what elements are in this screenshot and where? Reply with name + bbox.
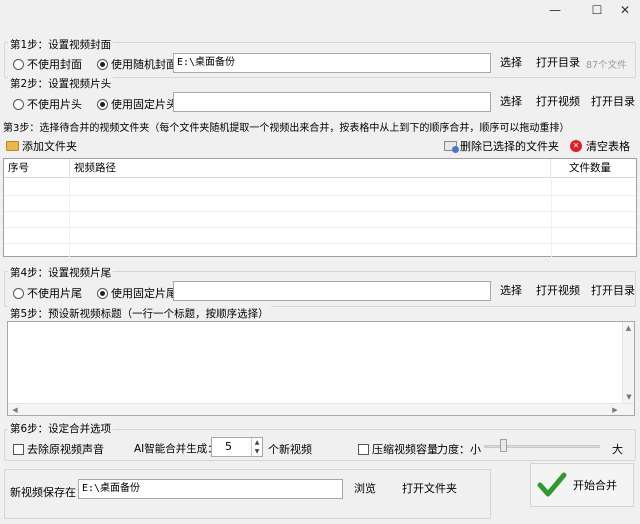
horizontal-scrollbar[interactable]: ◀ ▶ — [8, 403, 634, 415]
step4-open-video-button[interactable]: 打开视频 — [535, 281, 581, 301]
step2-title: 第2步：设置视频片头 — [8, 76, 114, 91]
step4-fixed-outro-radio[interactable]: 使用固定片尾 — [97, 285, 177, 301]
step4-outro-path-input[interactable] — [173, 281, 491, 301]
scroll-right-icon[interactable]: ▶ — [610, 405, 620, 415]
title-textarea[interactable]: ▲ ▼ ◀ ▶ — [7, 321, 635, 416]
step1-select-button[interactable]: 选择 — [498, 53, 524, 73]
ai-count-value: 5 — [225, 440, 232, 453]
step1-cover-path-input[interactable]: E:\桌面备份 — [173, 53, 491, 73]
step4-title: 第4步：设置视频片尾 — [8, 265, 114, 280]
step2-no-intro-radio[interactable]: 不使用片头 — [13, 96, 82, 112]
clear-table-button[interactable]: ✕ 清空表格 — [570, 138, 630, 154]
folder-add-icon — [6, 141, 19, 151]
vertical-scrollbar[interactable]: ▲ ▼ — [622, 322, 634, 403]
step6-title: 第6步：设定合并选项 — [8, 421, 114, 436]
browse-button[interactable]: 浏览 — [352, 479, 378, 499]
step3-title: 第3步：选择待合并的视频文件夹（每个文件夹随机提取一个视频出来合并，按表格中从上… — [3, 123, 570, 134]
step4-no-outro-radio[interactable]: 不使用片尾 — [13, 285, 82, 301]
folder-table[interactable]: 序号 视频路径 文件数量 — [3, 158, 637, 257]
strength-label: 力度：小 — [437, 443, 481, 456]
compress-checkbox[interactable]: 压缩视频容量 — [358, 441, 438, 457]
clear-x-icon: ✕ — [570, 140, 582, 152]
step1-no-cover-radio[interactable]: 不使用封面 — [13, 56, 82, 72]
maximize-button[interactable]: ☐ — [582, 0, 612, 20]
start-merge-button[interactable]: 开始合并 — [530, 463, 634, 507]
save-path-label: 新视频保存在： — [10, 486, 87, 499]
add-folder-button[interactable]: 添加文件夹 — [6, 138, 77, 154]
column-header-count[interactable]: 文件数量 — [551, 159, 636, 177]
step2-open-dir-button[interactable]: 打开目录 — [590, 92, 636, 112]
step1-title: 第1步：设置视频封面 — [8, 37, 114, 52]
step2-fixed-intro-radio[interactable]: 使用固定片头 — [97, 96, 177, 112]
save-path-input[interactable]: E:\桌面备份 — [78, 479, 343, 499]
close-button[interactable]: ✕ — [610, 0, 640, 20]
column-header-index[interactable]: 序号 — [4, 159, 69, 177]
minimize-button[interactable]: — — [540, 0, 570, 20]
slider-thumb[interactable] — [500, 439, 508, 452]
strength-max-label: 大 — [612, 443, 623, 456]
step4-select-button[interactable]: 选择 — [498, 281, 524, 301]
ai-generate-label: AI智能合并生成： — [134, 443, 218, 455]
column-header-path[interactable]: 视频路径 — [69, 159, 551, 177]
step4-open-dir-button[interactable]: 打开目录 — [590, 281, 636, 301]
delete-selected-button[interactable]: 删除已选择的文件夹 — [444, 138, 559, 154]
ai-count-stepper[interactable]: 5 ▲ ▼ — [211, 437, 263, 457]
step1-file-count: 87个文件 — [586, 60, 627, 71]
strength-slider[interactable] — [482, 437, 602, 455]
step2-open-video-button[interactable]: 打开视频 — [535, 92, 581, 112]
stepper-down-icon[interactable]: ▼ — [252, 447, 262, 456]
scroll-up-icon[interactable]: ▲ — [624, 323, 634, 333]
step2-select-button[interactable]: 选择 — [498, 92, 524, 112]
step2-intro-path-input[interactable] — [173, 92, 491, 112]
step5-title: 第5步：预设新视频标题（一行一个标题，按顺序选择） — [8, 306, 271, 321]
step1-random-cover-radio[interactable]: 使用随机封面 — [97, 56, 177, 72]
step1-open-dir-button[interactable]: 打开目录 — [535, 53, 581, 73]
scroll-left-icon[interactable]: ◀ — [10, 405, 20, 415]
remove-audio-checkbox[interactable]: 去除原视频声音 — [13, 441, 104, 457]
stepper-up-icon[interactable]: ▲ — [252, 438, 262, 447]
scroll-down-icon[interactable]: ▼ — [624, 392, 634, 402]
open-folder-button[interactable]: 打开文件夹 — [402, 479, 457, 499]
checkmark-icon — [537, 472, 567, 497]
folder-delete-icon — [444, 141, 459, 153]
ai-count-suffix: 个新视频 — [268, 443, 312, 456]
